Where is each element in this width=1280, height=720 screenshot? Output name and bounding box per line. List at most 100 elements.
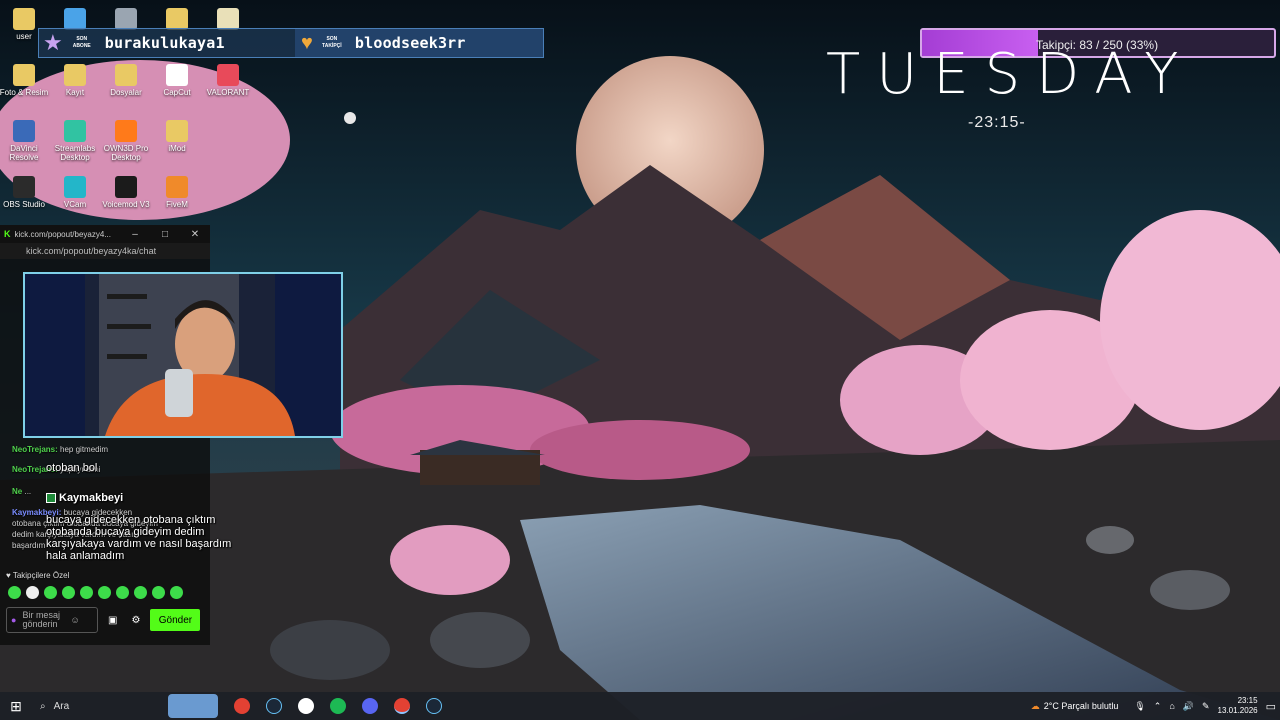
chat-placeholder: Bir mesaj gönderin	[22, 610, 60, 629]
desktop-icon-label: iMod	[168, 144, 186, 153]
desktop-icon[interactable]: VCam	[49, 176, 101, 209]
star-icon: ★	[43, 30, 63, 55]
discord-icon[interactable]	[362, 698, 378, 714]
chrome-icon[interactable]	[234, 698, 250, 714]
spotify-icon[interactable]	[330, 698, 346, 714]
taskbar-search-box[interactable]: ⌕ Ara	[32, 692, 168, 720]
notification-icon[interactable]: ▭	[1266, 700, 1276, 713]
app-icon	[115, 176, 137, 198]
desktop-icon-label: OBS Studio	[3, 200, 45, 209]
desktop-icon[interactable]: DaVinci Resolve	[0, 120, 50, 162]
taskbar-date: 13.01.2026	[1217, 706, 1258, 715]
weather-icon[interactable]: ☁	[1031, 701, 1040, 712]
steam-icon[interactable]	[266, 698, 282, 714]
desktop-icon-label: Kayıt	[65, 88, 85, 97]
emote-icon[interactable]	[134, 586, 147, 599]
app-icon	[13, 64, 35, 86]
webcam-overlay	[23, 272, 343, 438]
desktop-icon[interactable]: Kayıt	[49, 64, 101, 97]
app-icon	[64, 120, 86, 142]
gift-icon[interactable]: ▣	[108, 615, 117, 626]
last-follow-label: SON TAKİPÇİ	[322, 36, 342, 49]
widgets-icon[interactable]	[168, 694, 218, 718]
search-placeholder: Ara	[53, 700, 70, 712]
send-button[interactable]: Gönder	[150, 609, 201, 631]
emote-icon[interactable]	[152, 586, 165, 599]
app-icon	[13, 120, 35, 142]
desktop-icon[interactable]: OBS Studio	[0, 176, 50, 209]
overlay-highlight-line: hala anlamadım	[46, 550, 125, 562]
desktop-icon-label: CapCut	[163, 88, 191, 97]
emote-icon[interactable]	[26, 586, 39, 599]
emote-icon[interactable]	[116, 586, 129, 599]
desktop-icon[interactable]: Streamlabs Desktop	[49, 120, 101, 162]
app-icon	[13, 8, 35, 30]
chat-message: NeoTrejans: hep gitmedim	[12, 445, 108, 454]
desktop-icon-label: Dosyalar	[110, 88, 142, 97]
close-button[interactable]: ✕	[180, 229, 210, 240]
last-sub-label: SON ABONE	[72, 36, 91, 49]
desktop-icon[interactable]: CapCut	[151, 64, 203, 97]
heart-icon: ♥	[6, 571, 11, 580]
app-icon	[64, 64, 86, 86]
app-icon	[115, 120, 137, 142]
clock-date[interactable]: 23:15 13.01.2026	[1218, 696, 1258, 716]
system-tray: ☁ 2°C Parçalı bulutlu 🎙 ⌃ ⌂ 🔊 ✎ 23:15 13…	[1031, 692, 1276, 720]
emote-icon[interactable]	[8, 586, 21, 599]
desktop-icon[interactable]: Foto & Resim	[0, 64, 50, 97]
network-icon[interactable]: ⌂	[1169, 701, 1174, 711]
desktop-icon-label: Streamlabs Desktop	[54, 144, 96, 162]
desktop-icon[interactable]: Voicemod V3	[100, 176, 152, 209]
emoji-icon[interactable]: ☺	[70, 615, 79, 625]
overlay-highlight-user: Kaymakbeyi	[59, 492, 124, 504]
followers-only-text: Takipçilere Özel	[12, 571, 70, 580]
minimize-button[interactable]: –	[120, 229, 150, 240]
desktop-icon[interactable]: FiveM	[151, 176, 203, 209]
taskbar: ⊞ ⌕ Ara ☁ 2°C Parçalı bulutlu 🎙 ⌃ ⌂ 🔊 ✎ …	[0, 692, 1280, 720]
day-name: TUESDAY	[826, 42, 1195, 107]
weather-text[interactable]: 2°C Parçalı bulutlu	[1044, 701, 1119, 711]
app-icon	[166, 176, 188, 198]
app-icon	[166, 64, 188, 86]
app-icon	[13, 176, 35, 198]
kick-logo-icon: K	[4, 229, 11, 239]
chrome-active-icon[interactable]	[394, 698, 410, 714]
desktop-icon-label: Voicemod V3	[102, 200, 150, 209]
gear-icon[interactable]: ⚙	[131, 615, 140, 626]
desktop-icon-label: FiveM	[166, 200, 188, 209]
emote-icon[interactable]	[44, 586, 57, 599]
desktop-icon[interactable]: Dosyalar	[100, 64, 152, 97]
webcam-feed-image	[25, 274, 341, 436]
emote-icon[interactable]	[98, 586, 111, 599]
chat-message: Ne ...	[12, 487, 31, 496]
steam-active-icon[interactable]	[426, 698, 442, 714]
chat-input-row: ● Bir mesaj gönderin ☺ ▣ ⚙ Gönder	[6, 606, 201, 634]
app-icon	[166, 8, 188, 30]
chat-nick: NeoTrejans:	[12, 445, 58, 454]
desktop-icon[interactable]: VALORANT	[202, 64, 254, 97]
kick-address-bar[interactable]: kick.com/popout/beyazy4ka/chat	[0, 243, 210, 259]
microphone-icon[interactable]: 🎙	[1134, 701, 1145, 712]
pen-icon[interactable]: ✎	[1202, 701, 1210, 712]
emote-icon[interactable]	[170, 586, 183, 599]
overlay-highlight-line: karşıyakaya vardım ve nasıl başardım	[46, 538, 232, 550]
desktop-icon-label: OWN3D Pro Desktop	[103, 144, 149, 162]
desktop-icon[interactable]: OWN3D Pro Desktop	[100, 120, 152, 162]
obs-icon[interactable]	[298, 698, 314, 714]
chat-message-input[interactable]: ● Bir mesaj gönderin ☺	[6, 607, 98, 633]
desktop-icon-label: Foto & Resim	[0, 88, 49, 97]
microphone-icon[interactable]: ●	[11, 615, 16, 625]
last-follow-name: bloodseek3rr	[354, 34, 466, 52]
overlay-short-message: otoban bol	[46, 462, 98, 474]
chat-nick: Ne	[12, 487, 23, 496]
windows-start-icon[interactable]: ⊞	[0, 698, 32, 715]
emote-icon[interactable]	[80, 586, 93, 599]
desktop-icon[interactable]: iMod	[151, 120, 203, 153]
tray-overflow-icon[interactable]: ⌃	[1154, 701, 1162, 712]
volume-icon[interactable]: 🔊	[1183, 701, 1194, 712]
app-icon	[217, 64, 239, 86]
kick-window-titlebar[interactable]: K kick.com/popout/beyazy4... – □ ✕	[0, 225, 210, 243]
emote-icon[interactable]	[62, 586, 75, 599]
maximize-button[interactable]: □	[150, 229, 180, 240]
followers-only-label: ♥ Takipçilere Özel	[6, 571, 69, 580]
